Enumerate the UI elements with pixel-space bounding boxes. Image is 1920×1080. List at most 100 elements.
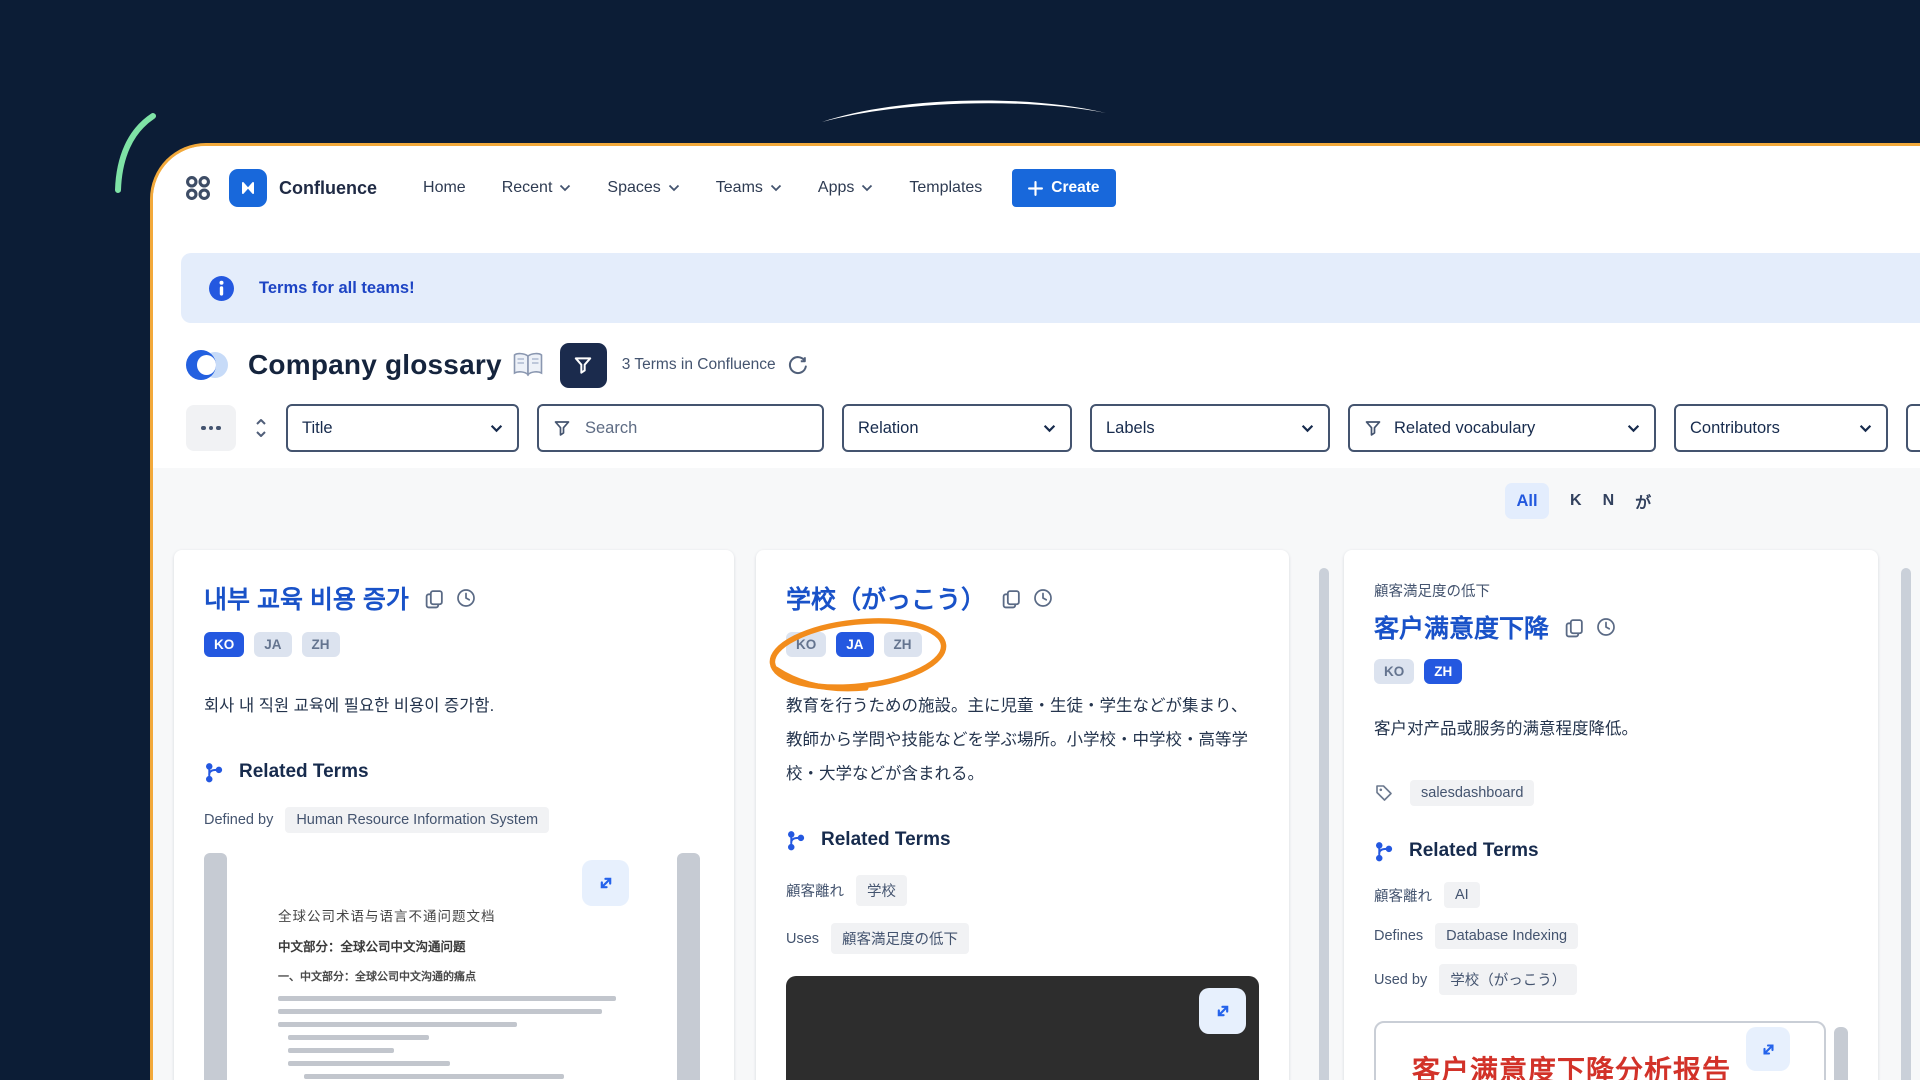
- related-term-chip[interactable]: 学校（がっこう）: [1439, 964, 1577, 995]
- clock-icon[interactable]: [456, 588, 476, 608]
- alphabet-option[interactable]: K: [1570, 492, 1582, 510]
- badge-zh[interactable]: ZH: [884, 632, 922, 657]
- doc-section-title: 一、中文部分：全球公司中文沟通的痛点: [278, 968, 630, 984]
- refresh-icon[interactable]: [788, 355, 808, 375]
- chevron-down-icon: [1301, 424, 1314, 433]
- copy-icon[interactable]: [424, 588, 445, 609]
- copy-icon[interactable]: [1564, 617, 1585, 638]
- column-scrollbar[interactable]: [1901, 568, 1911, 1080]
- related-term-chip[interactable]: AI: [1444, 882, 1480, 908]
- contributors-select[interactable]: Contributors: [1674, 404, 1888, 452]
- language-badges: KO JA ZH: [786, 632, 922, 657]
- nav-item-recent[interactable]: Recent: [502, 179, 572, 197]
- open-book-icon: [512, 351, 544, 379]
- relation-row: 顧客離れ 学校: [786, 875, 1259, 906]
- badge-ko[interactable]: KO: [1374, 659, 1414, 684]
- term-card: 내부 교육 비용 증가 KO JA ZH 회사 내 직원 교육에 필요한 비용이…: [174, 550, 734, 1080]
- term-card: 顧客満足度の低下 客户满意度下降 KO ZH 客户对产品或服务的满意程度降低。: [1344, 550, 1878, 1080]
- tag-icon: [1374, 783, 1394, 803]
- funnel-icon: [1364, 419, 1382, 437]
- alphabet-option-all[interactable]: All: [1505, 483, 1549, 519]
- column-scrollbar[interactable]: [1319, 568, 1329, 1080]
- expand-icon: [1212, 1000, 1234, 1022]
- expand-preview-button[interactable]: [1746, 1027, 1790, 1071]
- spaces-select[interactable]: Sp: [1906, 404, 1920, 452]
- chevron-down-icon: [1859, 424, 1872, 433]
- branch-icon: [204, 762, 225, 783]
- term-description: 회사 내 직원 교육에 필요한 비용이 증가함.: [204, 689, 689, 723]
- glossary-filter-button[interactable]: [560, 343, 607, 388]
- search-input[interactable]: [583, 418, 808, 439]
- nav-item-teams[interactable]: Teams: [716, 179, 782, 197]
- funnel-icon: [573, 355, 593, 375]
- alphabet-option[interactable]: N: [1603, 492, 1615, 510]
- related-term-chip[interactable]: Human Resource Information System: [285, 807, 549, 833]
- relation-select[interactable]: Relation: [842, 404, 1072, 452]
- expand-preview-button[interactable]: [1199, 988, 1246, 1034]
- badge-zh[interactable]: ZH: [1424, 659, 1462, 684]
- doc-subheading: 中文部分：全球公司中文沟通问题: [278, 936, 630, 955]
- copy-icon[interactable]: [1001, 588, 1022, 609]
- preview-scrollbar[interactable]: [204, 853, 227, 1080]
- chevron-down-icon: [1043, 424, 1056, 433]
- search-box[interactable]: [537, 404, 824, 452]
- nav-item-apps[interactable]: Apps: [818, 179, 873, 197]
- expand-icon: [1758, 1039, 1779, 1060]
- page-title: Company glossary: [248, 349, 502, 381]
- term-description: 教育を行うための施設。主に児童・生徒・学生などが集まり、教師から学問や技能などを…: [786, 689, 1259, 791]
- related-vocabulary-select[interactable]: Related vocabulary: [1348, 404, 1656, 452]
- preview-scrollbar[interactable]: [677, 853, 700, 1080]
- term-title[interactable]: 내부 교육 비용 증가: [204, 580, 409, 616]
- expand-preview-button[interactable]: [582, 860, 629, 906]
- labels-select[interactable]: Labels: [1090, 404, 1330, 452]
- more-options-button[interactable]: [186, 405, 236, 451]
- relation-row: Uses 顧客満足度の低下: [786, 923, 1259, 954]
- chevron-down-icon: [1627, 424, 1640, 433]
- sort-order-icon[interactable]: [254, 417, 268, 439]
- relation-row: Defined by Human Resource Information Sy…: [204, 807, 704, 833]
- nav-item-templates[interactable]: Templates: [909, 179, 982, 197]
- relation-row: Used by 学校（がっこう）: [1374, 964, 1848, 995]
- related-terms-heading: Related Terms: [1374, 840, 1848, 862]
- relation-row: Defines Database Indexing: [1374, 923, 1848, 949]
- badge-ja[interactable]: JA: [254, 632, 291, 657]
- term-title[interactable]: 学校（がっこう）: [786, 580, 986, 616]
- preview-scrollbar[interactable]: [1834, 1027, 1848, 1080]
- badge-ja[interactable]: JA: [836, 632, 873, 657]
- clock-icon[interactable]: [1596, 617, 1616, 637]
- filter-toolbar: Title Relation Labels Related vocabulary…: [186, 404, 1920, 452]
- nav-item-spaces[interactable]: Spaces: [607, 179, 679, 197]
- label-chip[interactable]: salesdashboard: [1410, 780, 1534, 806]
- term-title[interactable]: 客户满意度下降: [1374, 609, 1549, 645]
- brand-name: Confluence: [279, 178, 377, 199]
- preview-document: 全球公司术语与语言不通问题文档 中文部分：全球公司中文沟通问题 一、中文部分：全…: [229, 853, 640, 1080]
- chevron-down-icon: [559, 184, 571, 192]
- related-terms-heading: Related Terms: [204, 761, 704, 783]
- badge-ko[interactable]: KO: [204, 632, 244, 657]
- related-term-chip[interactable]: 学校: [856, 875, 907, 906]
- clock-icon[interactable]: [1033, 588, 1053, 608]
- terms-count: 3 Terms in Confluence: [622, 356, 776, 374]
- nav-item-home[interactable]: Home: [423, 179, 466, 197]
- tag-row: salesdashboard: [1374, 780, 1848, 806]
- nav-menu: Home Recent Spaces Teams Apps Templates: [423, 179, 982, 197]
- badge-ko[interactable]: KO: [786, 632, 826, 657]
- related-term-chip[interactable]: 顧客満足度の低下: [831, 923, 969, 954]
- app-window: Confluence Home Recent Spaces Teams Apps…: [150, 143, 1920, 1080]
- app-switcher-icon[interactable]: [184, 174, 212, 202]
- confluence-logo-icon[interactable]: [229, 169, 267, 207]
- chevron-down-icon: [490, 424, 503, 433]
- related-term-chip[interactable]: Database Indexing: [1435, 923, 1578, 949]
- term-overline: 顧客満足度の低下: [1374, 580, 1848, 601]
- sort-field-select[interactable]: Title: [286, 404, 519, 452]
- report-preview: 客户满意度下降分析报告: [1374, 1015, 1848, 1080]
- dark-preview: [786, 976, 1259, 1080]
- glossary-header: Company glossary 3 Terms in Confluence: [186, 338, 808, 392]
- green-stroke: [118, 116, 153, 190]
- alphabet-filter: All K N が: [1505, 483, 1651, 519]
- screen: { "colors": { "background": "#0C1D36", "…: [0, 0, 1920, 1080]
- create-button[interactable]: Create: [1012, 169, 1115, 207]
- badge-zh[interactable]: ZH: [302, 632, 340, 657]
- alphabet-option[interactable]: が: [1635, 489, 1651, 513]
- term-description: 客户对产品或服务的满意程度降低。: [1374, 712, 1848, 746]
